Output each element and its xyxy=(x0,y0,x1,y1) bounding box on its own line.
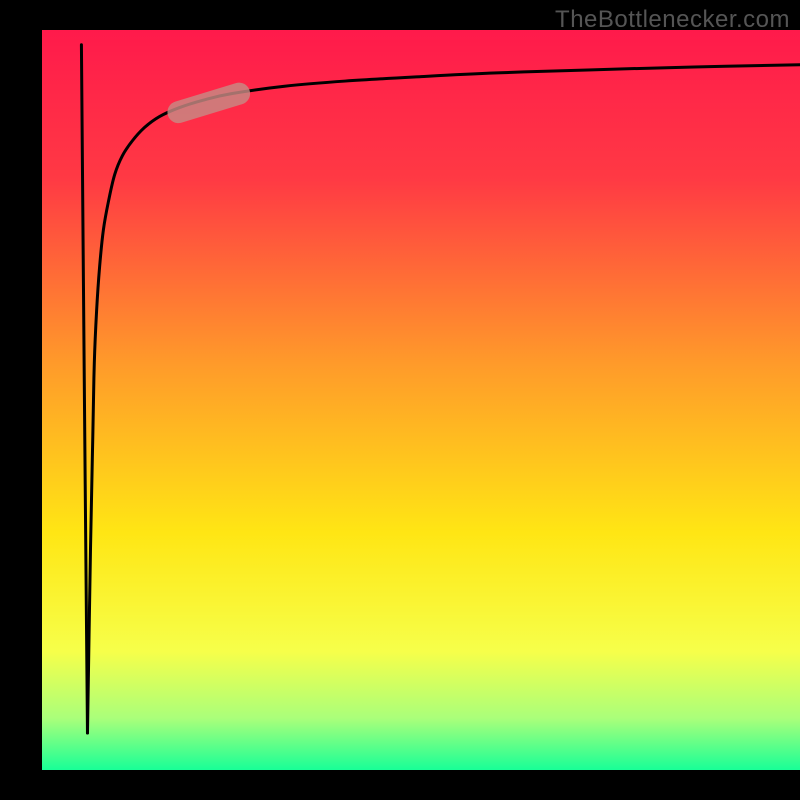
bottleneck-chart xyxy=(0,0,800,800)
plot-area xyxy=(42,30,800,770)
chart-frame: TheBottlenecker.com xyxy=(0,0,800,800)
source-watermark: TheBottlenecker.com xyxy=(555,6,790,34)
